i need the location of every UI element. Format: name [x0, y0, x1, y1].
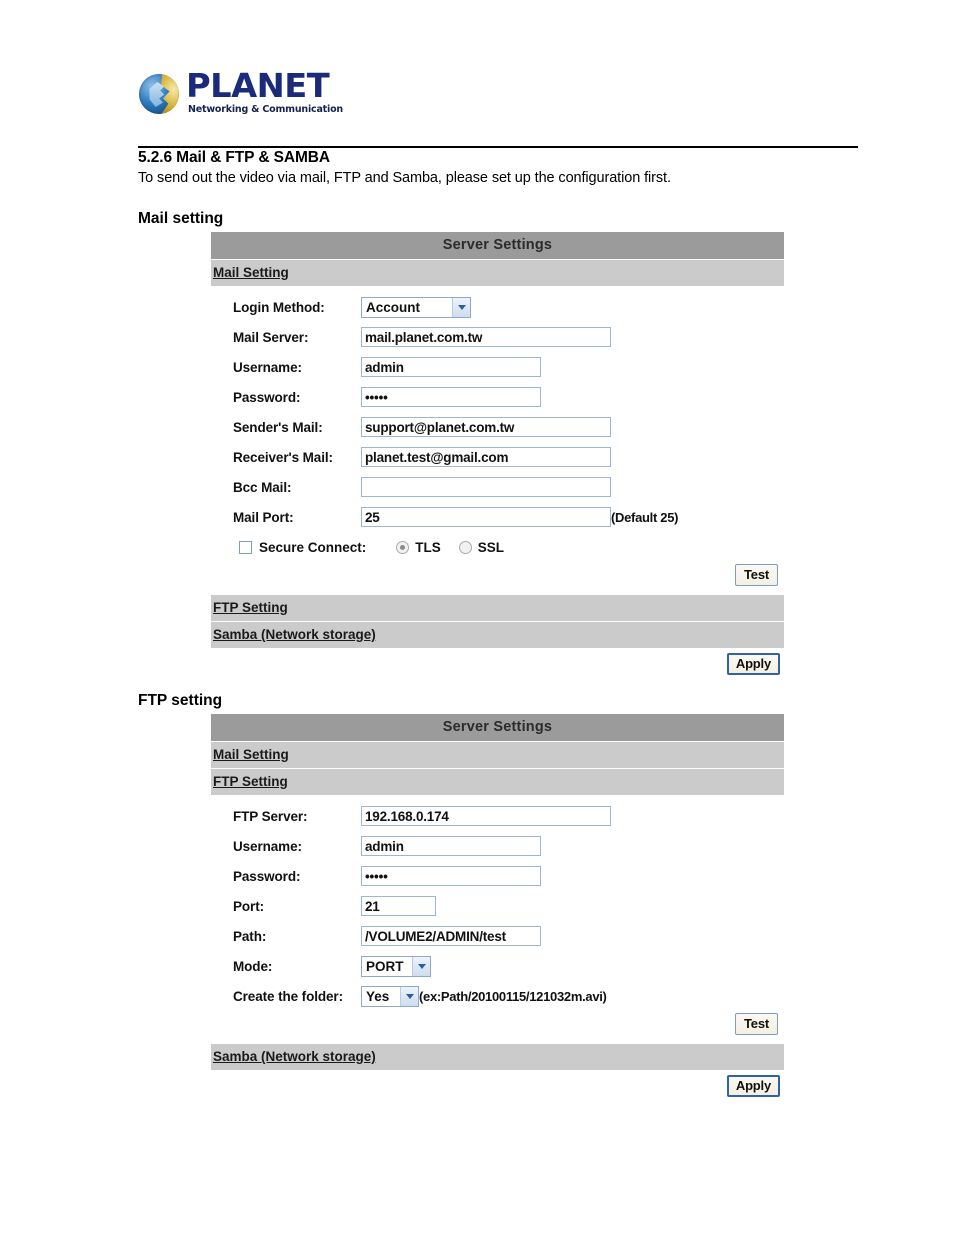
- row-create-folder: Create the folder: Yes (ex:Path/20100115…: [211, 981, 784, 1011]
- chevron-down-icon[interactable]: [452, 297, 470, 317]
- ftp-path-label: Path:: [233, 928, 267, 944]
- ftp-test-row: Test: [211, 1011, 784, 1041]
- page-description: To send out the video via mail, FTP and …: [138, 170, 671, 186]
- mail-password-label: Password:: [233, 389, 301, 405]
- secure-connect-radio-group: TLS SSL: [396, 540, 522, 555]
- row-ftp-username: Username:: [211, 831, 784, 861]
- row-ftp-password: Password:: [211, 861, 784, 891]
- bcc-mail-input[interactable]: [361, 477, 611, 497]
- mail-server-label: Mail Server:: [233, 329, 309, 345]
- planet-logo: PLANET Networking & Communication: [139, 66, 343, 114]
- ftp-password-label: Password:: [233, 868, 301, 884]
- ftp-apply-button[interactable]: Apply: [726, 1075, 780, 1097]
- receiver-mail-input[interactable]: [361, 447, 611, 467]
- globe-face-shape: [149, 82, 165, 107]
- mail-port-label: Mail Port:: [233, 509, 294, 525]
- sender-mail-label: Sender's Mail:: [233, 419, 323, 435]
- ssl-label: SSL: [477, 539, 505, 555]
- ssl-radio[interactable]: [458, 540, 472, 554]
- login-method-label: Login Method:: [233, 299, 325, 315]
- row-bcc-mail: Bcc Mail:: [211, 472, 784, 502]
- ftp-mode-value: PORT: [366, 958, 404, 974]
- mail-test-row: Test: [211, 562, 784, 592]
- row-mail-port: Mail Port: (Default 25): [211, 502, 784, 532]
- ftp-port-label: Port:: [233, 898, 264, 914]
- row-mail-username: Username:: [211, 352, 784, 382]
- section-header-samba[interactable]: Samba (Network storage): [211, 1043, 784, 1070]
- ftp-port-input[interactable]: [361, 896, 436, 916]
- row-ftp-port: Port:: [211, 891, 784, 921]
- row-login-method: Login Method: Account: [211, 292, 784, 322]
- mail-setting-link[interactable]: Mail Setting: [213, 747, 289, 762]
- row-mail-password: Password:: [211, 382, 784, 412]
- row-sender-mail: Sender's Mail:: [211, 412, 784, 442]
- mail-setting-link[interactable]: Mail Setting: [213, 265, 289, 280]
- samba-link[interactable]: Samba (Network storage): [213, 627, 376, 642]
- samba-link[interactable]: Samba (Network storage): [213, 1049, 376, 1064]
- mail-apply-button[interactable]: Apply: [726, 653, 780, 675]
- create-folder-hint: (ex:Path/20100115/121032m.avi): [419, 988, 607, 1004]
- ftp-test-button[interactable]: Test: [735, 1013, 778, 1035]
- sender-mail-input[interactable]: [361, 417, 611, 437]
- section-header-ftp-setting[interactable]: FTP Setting: [211, 768, 784, 795]
- ftp-server-settings-panel: Server Settings Mail Setting FTP Setting…: [211, 714, 784, 1097]
- bcc-mail-label: Bcc Mail:: [233, 479, 292, 495]
- row-secure-connect: Secure Connect: TLS SSL: [211, 532, 784, 562]
- mail-server-settings-panel: Server Settings Mail Setting Login Metho…: [211, 232, 784, 675]
- brand-name: PLANET: [186, 65, 330, 105]
- mail-username-label: Username:: [233, 359, 302, 375]
- create-folder-label: Create the folder:: [233, 988, 343, 1004]
- row-receiver-mail: Receiver's Mail:: [211, 442, 784, 472]
- tls-radio[interactable]: [396, 540, 410, 554]
- row-mail-server: Mail Server:: [211, 322, 784, 352]
- mail-password-input[interactable]: [361, 387, 541, 407]
- ftp-setting-link[interactable]: FTP Setting: [213, 600, 288, 615]
- mail-username-input[interactable]: [361, 357, 541, 377]
- subheading-ftp-setting: FTP setting: [138, 692, 223, 709]
- ftp-server-input[interactable]: [361, 806, 611, 826]
- create-folder-select[interactable]: Yes: [361, 985, 419, 1007]
- mail-test-button[interactable]: Test: [735, 564, 778, 586]
- ftp-mode-select[interactable]: PORT: [361, 955, 431, 977]
- login-method-value: Account: [366, 299, 420, 315]
- secure-connect-label: Secure Connect:: [259, 539, 367, 555]
- ftp-path-input[interactable]: [361, 926, 541, 946]
- mail-apply-row: Apply: [211, 648, 784, 675]
- panel-title: Server Settings: [211, 232, 784, 259]
- ftp-username-input[interactable]: [361, 836, 541, 856]
- ftp-mode-label: Mode:: [233, 958, 273, 974]
- login-method-select[interactable]: Account: [361, 296, 471, 318]
- brand-tagline: Networking & Communication: [188, 103, 343, 115]
- mail-port-hint: (Default 25): [611, 509, 679, 525]
- receiver-mail-label: Receiver's Mail:: [233, 449, 333, 465]
- row-ftp-path: Path:: [211, 921, 784, 951]
- chevron-down-icon[interactable]: [400, 986, 418, 1006]
- section-header-samba[interactable]: Samba (Network storage): [211, 621, 784, 648]
- header-divider: [138, 146, 858, 148]
- mail-port-input[interactable]: [361, 507, 611, 527]
- ftp-setting-link[interactable]: FTP Setting: [213, 774, 288, 789]
- chevron-down-icon[interactable]: [412, 956, 430, 976]
- ftp-apply-row: Apply: [211, 1070, 784, 1097]
- row-ftp-server: FTP Server:: [211, 801, 784, 831]
- tls-label: TLS: [415, 539, 441, 555]
- ftp-password-input[interactable]: [361, 866, 541, 886]
- create-folder-value: Yes: [366, 988, 390, 1004]
- section-header-ftp-setting[interactable]: FTP Setting: [211, 594, 784, 621]
- row-ftp-mode: Mode: PORT: [211, 951, 784, 981]
- ftp-username-label: Username:: [233, 838, 302, 854]
- logo-text: PLANET Networking & Communication: [186, 69, 343, 115]
- page-title: 5.2.6 Mail & FTP & SAMBA: [138, 149, 330, 166]
- ftp-fields: FTP Server: Username: Password: Port: Pa…: [211, 795, 784, 1043]
- secure-connect-checkbox[interactable]: [239, 540, 252, 554]
- mail-fields: Login Method: Account Mail Server: Usern…: [211, 286, 784, 594]
- section-header-mail-setting[interactable]: Mail Setting: [211, 741, 784, 768]
- globe-icon: [139, 74, 179, 114]
- subheading-mail-setting: Mail setting: [138, 210, 224, 227]
- section-header-mail-setting[interactable]: Mail Setting: [211, 259, 784, 286]
- mail-server-input[interactable]: [361, 327, 611, 347]
- ftp-server-label: FTP Server:: [233, 808, 308, 824]
- panel-title: Server Settings: [211, 714, 784, 741]
